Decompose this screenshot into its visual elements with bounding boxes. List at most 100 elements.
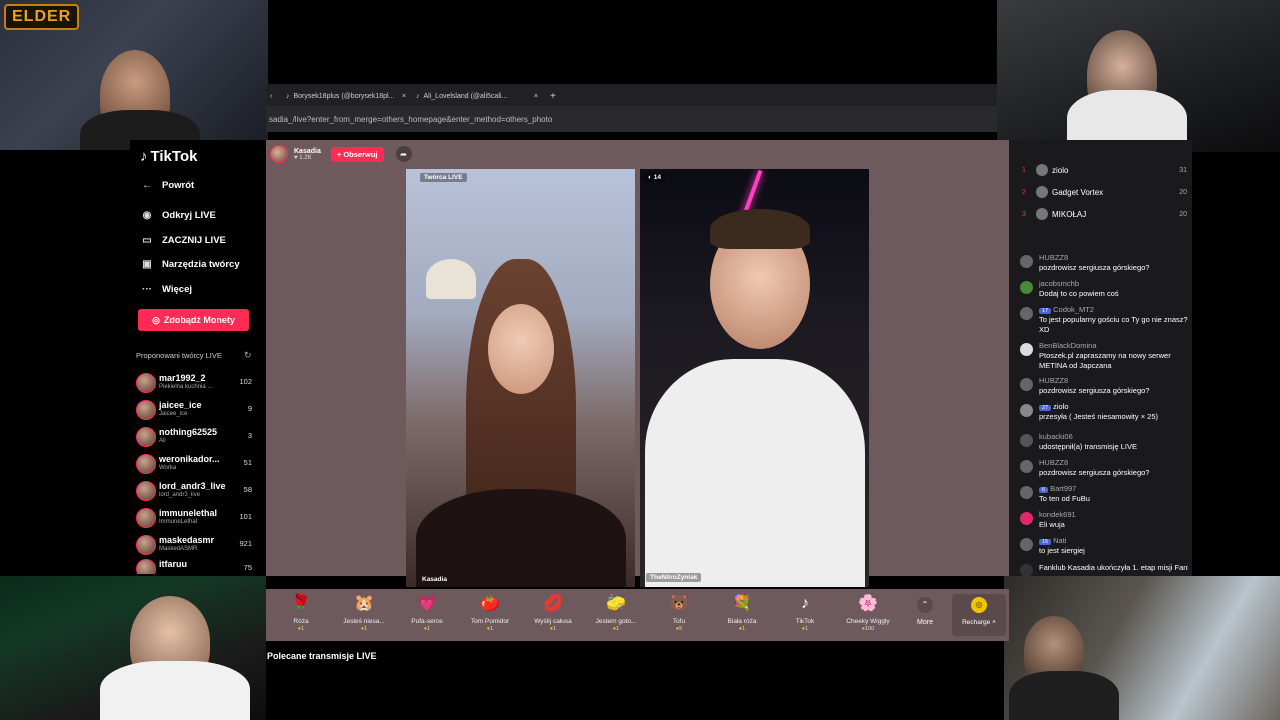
flower-icon: 🌸 (858, 595, 878, 612)
nav-item-start-live[interactable]: ▭ ZACZNIJ LIVE (140, 235, 226, 246)
browser-tab[interactable]: ♪ Borysek18plus (@borysek18pl... × (286, 87, 406, 105)
top-viewer-row[interactable]: 2 Gadget Vortex 20 (1022, 183, 1187, 201)
chat-user[interactable]: 17 Codok_MT2 (1039, 305, 1094, 314)
gift-item[interactable]: 🍅 Tom Pomidor ●1 (462, 594, 518, 632)
close-icon[interactable]: × (402, 93, 406, 100)
top-viewer-row[interactable]: 3 MIKOŁAJ 20 (1022, 205, 1187, 223)
chat-user[interactable]: kubacki06 (1039, 432, 1073, 441)
gift-price-value: 1 (427, 626, 431, 632)
chat-user[interactable]: jacobsmchb (1039, 279, 1079, 288)
avatar[interactable] (1020, 460, 1033, 473)
chat-message: Fanklub Kasadia ukończyła 1. etap misji … (1020, 562, 1188, 576)
chat-user[interactable]: HUBZZ8 (1039, 253, 1068, 262)
chat-user[interactable]: 27 ziolo (1039, 402, 1069, 411)
guest-video[interactable]: ◐ 14 TheNitroZyniak (640, 169, 869, 587)
creator-item[interactable]: mar1992_2 Piekielna kuchnia ... 102 (136, 370, 256, 394)
creator-item[interactable]: itfaruu 75 (136, 556, 256, 574)
follow-button[interactable]: + Obserwuj (330, 146, 384, 162)
recommended-title: Polecane transmisje LIVE (267, 651, 377, 661)
creator-subtitle: Jaicee_ice (159, 411, 188, 417)
share-icon[interactable]: ➦ (395, 146, 412, 162)
gift-item[interactable]: ♪ TikTok ●1 (777, 594, 833, 632)
avatar (136, 481, 156, 501)
chat-text: udostępnił(a) transmisję LIVE (1039, 442, 1137, 451)
nav-item-creator-tools[interactable]: ▣ Narzędzia twórcy (140, 259, 240, 270)
gift-name: TikTok (795, 618, 815, 625)
gift-item[interactable]: 💗 Pufa-serce ●1 (399, 594, 455, 632)
gift-item[interactable]: 🌹 Róża ●1 (273, 594, 329, 632)
nav-item-discover-live[interactable]: ◉ Odkryj LIVE (140, 210, 216, 221)
tiktok-note-icon: ♪ (140, 148, 148, 165)
chat-user[interactable]: HUBZZ8 (1039, 458, 1068, 467)
creator-name: mar1992_2 (159, 373, 206, 383)
tiktok-gift-icon: ♪ (801, 595, 809, 612)
host-video[interactable]: Twórca LIVE Kasadia (406, 169, 635, 587)
lips-icon: 💋 (543, 595, 563, 612)
avatar[interactable] (1020, 512, 1033, 525)
level-badge: 15 (1039, 539, 1052, 545)
logo-text: TikTok (150, 148, 198, 165)
creator-name: lord_andr3_live (159, 481, 226, 491)
get-coins-button[interactable]: ◎ Zdobądź Monety (138, 309, 249, 331)
creator-name: maskedasmr (159, 535, 215, 545)
viewer-count: 102 (239, 377, 252, 386)
new-tab-button[interactable]: + (550, 87, 556, 105)
webcam-bottom-right (1004, 576, 1280, 720)
refresh-icon[interactable]: ↻ (244, 350, 252, 361)
gift-item[interactable]: 💐 Biała róża ●1 (714, 594, 770, 632)
gift-item[interactable]: 🌸 Cheeky Wiggly ●100 (840, 594, 896, 632)
creator-item[interactable]: weronikador... Worka 51 (136, 451, 256, 475)
white-rose-icon: 💐 (732, 595, 752, 612)
creator-name: immunelethal (159, 508, 218, 518)
avatar[interactable] (1020, 343, 1033, 356)
avatar[interactable] (1020, 307, 1033, 320)
chat-user[interactable]: 6 Bart997 (1039, 484, 1076, 493)
creator-item[interactable]: maskedasmr MaskedASMR 921 (136, 532, 256, 556)
nav-label: Narzędzia twórcy (162, 259, 240, 270)
chat-user[interactable]: BenBlackDomina (1039, 341, 1097, 350)
top-viewer-row[interactable]: 1 ziolo 31 (1022, 161, 1187, 179)
creator-item[interactable]: nothing62525 Ali 3 (136, 424, 256, 448)
back-button[interactable]: ← Powrót (140, 180, 194, 191)
webcam-bottom-left (0, 576, 266, 720)
coin-icon: ◎ (971, 597, 987, 613)
recharge-button[interactable]: ◎ Recharge ˄ (952, 594, 1006, 636)
host-name[interactable]: Kasadia (294, 148, 321, 155)
gift-item[interactable]: 🐹 Jesteś niesa... ●1 (336, 594, 392, 632)
gift-price: ●1 (360, 626, 368, 632)
avatar[interactable] (1020, 486, 1033, 499)
gift-price: ●1 (423, 626, 431, 632)
close-icon[interactable]: × (534, 93, 538, 100)
avatar[interactable] (1020, 281, 1033, 294)
gift-item[interactable]: 💋 Wyślij całusa ●1 (525, 594, 581, 632)
suggested-creators-title: Proponowani twórcy LIVE (136, 351, 222, 360)
live-icon: ◉ (142, 210, 152, 221)
chat-user[interactable]: HUBZZ8 (1039, 376, 1068, 385)
nav-item-more[interactable]: ··· Więcej (140, 284, 192, 295)
chat-user[interactable]: 15 Nati (1039, 536, 1066, 545)
gift-item[interactable]: 🐻 Tofu ●5 (651, 594, 707, 632)
tiktok-logo[interactable]: ♪ TikTok (140, 148, 197, 165)
avatar[interactable] (1020, 378, 1033, 391)
gift-price: ●1 (738, 626, 746, 632)
browser-tab[interactable]: ♪ Ali_Lovelsland (@ali5cali... × (416, 87, 538, 105)
avatar[interactable] (1020, 538, 1033, 551)
viewer-count: 51 (243, 458, 252, 467)
creator-item[interactable]: jaicee_ice Jaicee_ice 9 (136, 397, 256, 421)
level-badge: 6 (1039, 487, 1049, 493)
tab-back[interactable]: ‹ (270, 87, 272, 105)
avatar (1036, 164, 1048, 176)
creator-item[interactable]: lord_andr3_live lord_andr3_live 58 (136, 478, 256, 502)
creator-subtitle: Ali (159, 438, 166, 444)
avatar[interactable] (270, 145, 288, 163)
address-bar[interactable]: sadia_/live?enter_from_merge=others_home… (266, 106, 997, 132)
creator-item[interactable]: immunelethal ImmuneLethal 101 (136, 505, 256, 529)
avatar[interactable] (1020, 255, 1033, 268)
gift-item[interactable]: 🧽 Jestem goto... ●1 (588, 594, 644, 632)
more-gifts-button[interactable]: ⌃ More (912, 597, 938, 626)
viewer-count: 921 (239, 539, 252, 548)
chat-user[interactable]: kondek691 (1039, 510, 1076, 519)
chat-text: Dodaj to co powiem coś (1039, 289, 1119, 298)
avatar (136, 535, 156, 555)
viewer-count: 3 (247, 431, 252, 440)
